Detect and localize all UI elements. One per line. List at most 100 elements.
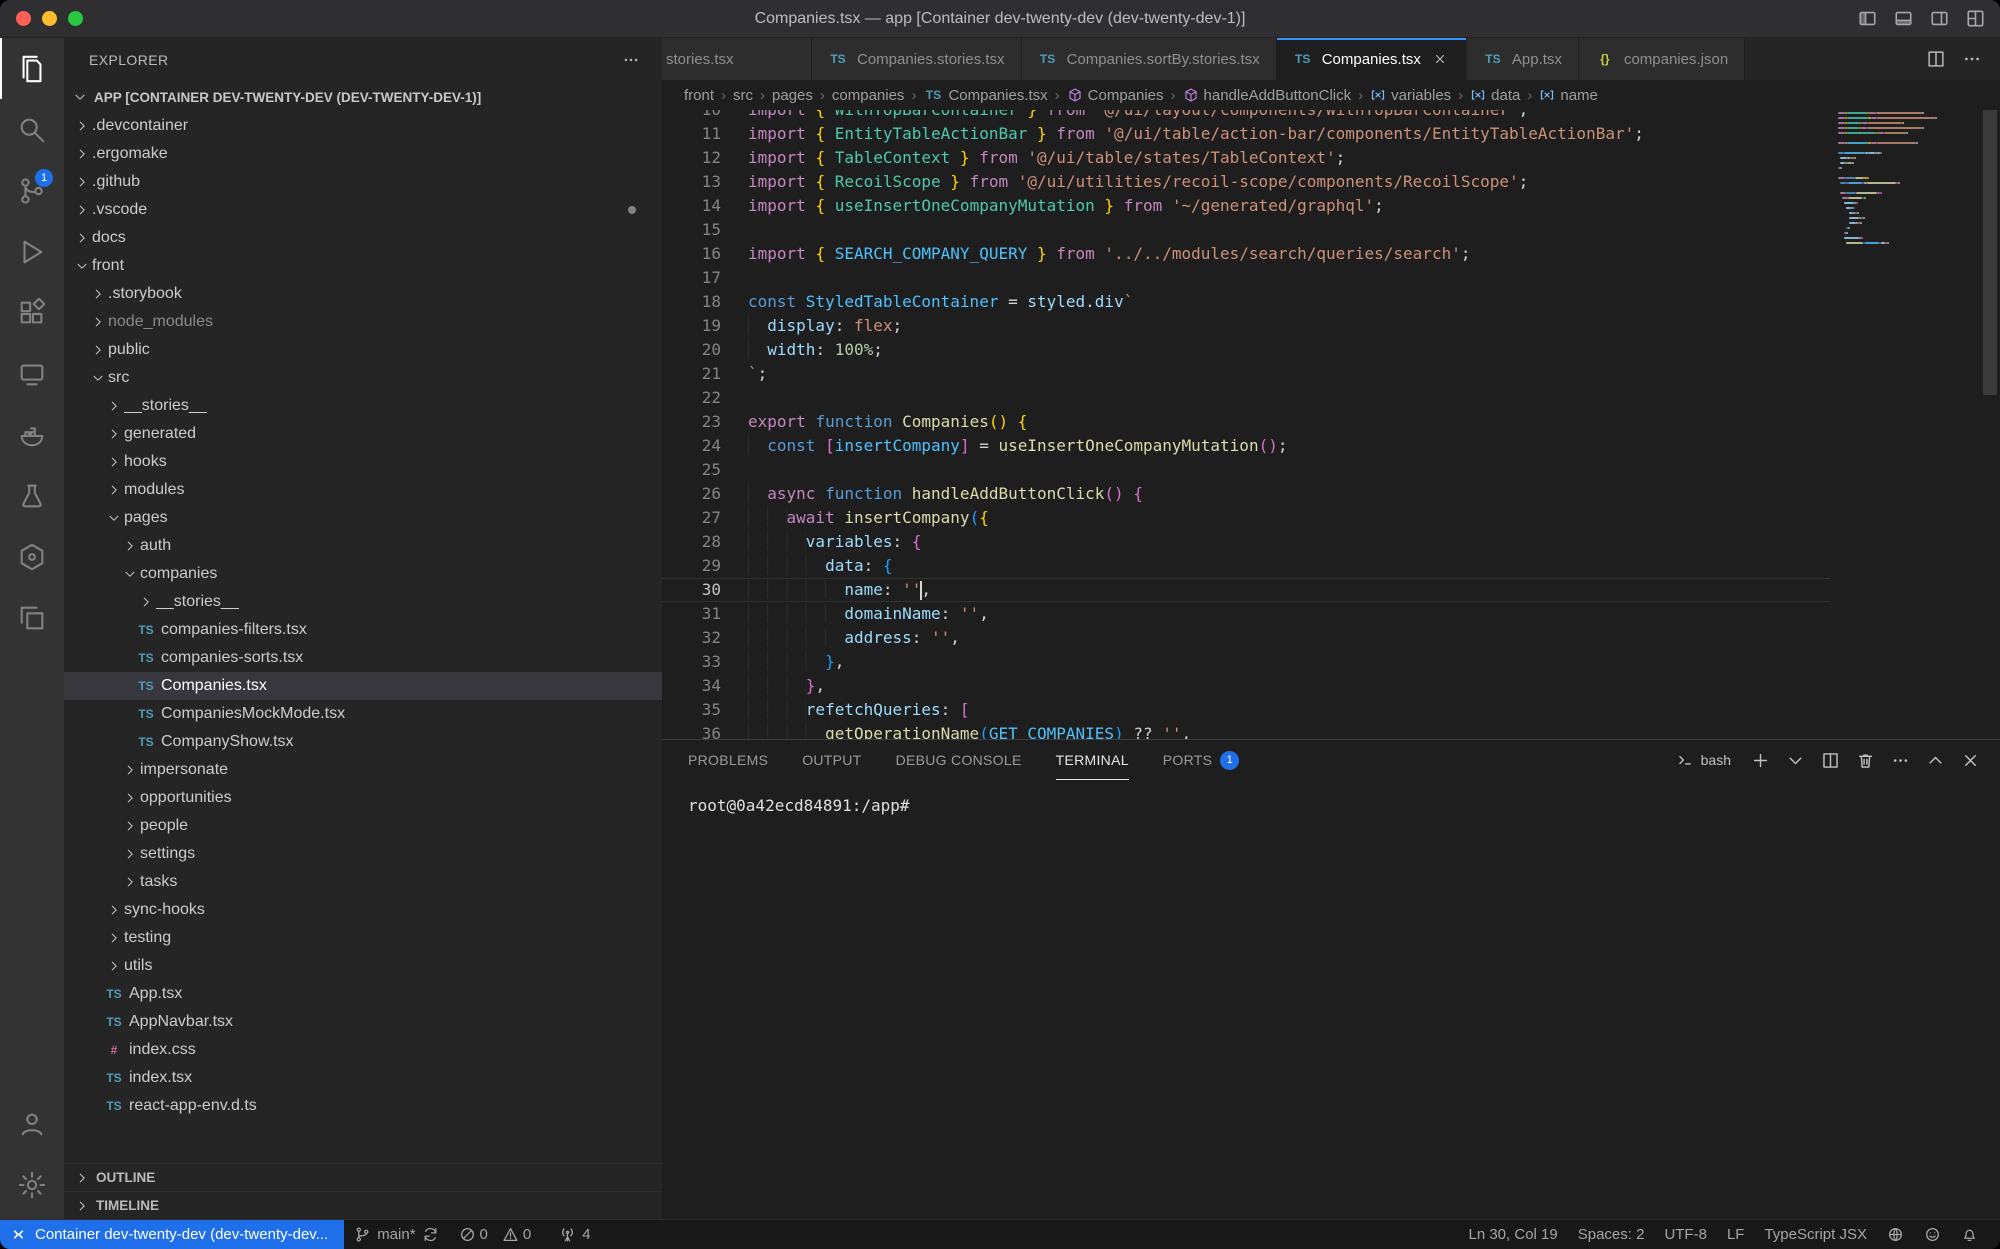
feedback-status-item[interactable] bbox=[1914, 1220, 1951, 1249]
tree-file-CompanyShow.tsx[interactable]: TSCompanyShow.tsx bbox=[64, 728, 662, 756]
tab-App.tsx[interactable]: TSApp.tsx bbox=[1467, 38, 1579, 80]
tree-folder-__stories__[interactable]: __stories__ bbox=[64, 588, 662, 616]
close-tab-button[interactable] bbox=[1430, 49, 1450, 69]
remote-explorer-button[interactable] bbox=[0, 343, 64, 404]
code-editor[interactable]: 10import { WithTopBarContainer } from '@… bbox=[662, 110, 1830, 739]
tree-folder-.ergomake[interactable]: .ergomake bbox=[64, 140, 662, 168]
breadcrumb-item-handleAddButtonClick[interactable]: handleAddButtonClick bbox=[1183, 87, 1352, 104]
graphql-button[interactable] bbox=[0, 526, 64, 587]
panel-tab-output[interactable]: OUTPUT bbox=[802, 740, 861, 780]
breadcrumb-item-front[interactable]: front bbox=[684, 87, 714, 104]
terminal-output[interactable]: root@0a42ecd84891:/app# bbox=[662, 780, 2000, 1219]
accounts-button[interactable] bbox=[0, 1093, 64, 1154]
tree-file-CompaniesMockMode.tsx[interactable]: TSCompaniesMockMode.tsx bbox=[64, 700, 662, 728]
remote-indicator[interactable]: Container dev-twenty-dev (dev-twenty-dev… bbox=[0, 1220, 344, 1249]
references-button[interactable] bbox=[0, 587, 64, 648]
tree-file-index.css[interactable]: #index.css bbox=[64, 1036, 662, 1064]
breadcrumb-item-src[interactable]: src bbox=[733, 87, 753, 104]
run-debug-button[interactable] bbox=[0, 221, 64, 282]
tree-folder-generated[interactable]: generated bbox=[64, 420, 662, 448]
search-button[interactable] bbox=[0, 99, 64, 160]
source-control-button[interactable]: 1 bbox=[0, 160, 64, 221]
toggle-panel-button[interactable] bbox=[1893, 8, 1914, 29]
tree-folder-modules[interactable]: modules bbox=[64, 476, 662, 504]
toggle-primary-sidebar-button[interactable] bbox=[1857, 8, 1878, 29]
zoom-window-button[interactable] bbox=[68, 11, 83, 26]
close-window-button[interactable] bbox=[16, 11, 31, 26]
breadcrumb-item-companies[interactable]: companies bbox=[832, 87, 905, 104]
breadcrumb-item-data[interactable]: data bbox=[1470, 87, 1520, 104]
tree-folder-utils[interactable]: utils bbox=[64, 952, 662, 980]
tree-file-App.tsx[interactable]: TSApp.tsx bbox=[64, 980, 662, 1008]
tab-Companies.tsx[interactable]: TSCompanies.tsx bbox=[1277, 38, 1467, 80]
forwarded-ports-status-item[interactable]: 4 bbox=[549, 1220, 600, 1249]
terminal-shell-selector[interactable]: bash bbox=[1676, 751, 1731, 769]
minimize-window-button[interactable] bbox=[42, 11, 57, 26]
editor-scrollbar[interactable] bbox=[1980, 110, 2000, 739]
split-terminal-button[interactable] bbox=[1821, 751, 1840, 770]
tree-file-AppNavbar.tsx[interactable]: TSAppNavbar.tsx bbox=[64, 1008, 662, 1036]
indentation-status-item[interactable]: Spaces: 2 bbox=[1568, 1220, 1655, 1249]
workspace-section-header[interactable]: APP [CONTAINER DEV-TWENTY-DEV (DEV-TWENT… bbox=[64, 82, 662, 112]
language-mode-status-item[interactable]: TypeScript JSX bbox=[1754, 1220, 1877, 1249]
tree-folder-pages[interactable]: pages bbox=[64, 504, 662, 532]
toggle-secondary-sidebar-button[interactable] bbox=[1929, 8, 1950, 29]
tree-folder-sync-hooks[interactable]: sync-hooks bbox=[64, 896, 662, 924]
breadcrumb-item-name[interactable]: name bbox=[1539, 87, 1598, 104]
tree-folder-hooks[interactable]: hooks bbox=[64, 448, 662, 476]
terminal-more-actions-button[interactable] bbox=[1891, 751, 1910, 770]
tree-folder-docs[interactable]: docs bbox=[64, 224, 662, 252]
close-panel-button[interactable] bbox=[1961, 751, 1980, 770]
explorer-button[interactable] bbox=[0, 38, 64, 99]
tab-companies.json[interactable]: {}companies.json bbox=[1579, 38, 1745, 80]
cursor-position-status-item[interactable]: Ln 30, Col 19 bbox=[1458, 1220, 1567, 1249]
ports-globe-status-item[interactable] bbox=[1877, 1220, 1914, 1249]
tree-folder-src[interactable]: src bbox=[64, 364, 662, 392]
breadcrumb-item-pages[interactable]: pages bbox=[772, 87, 813, 104]
views-more-actions-icon[interactable] bbox=[622, 51, 640, 69]
minimap[interactable] bbox=[1830, 110, 1980, 739]
scrollbar-thumb[interactable] bbox=[1983, 110, 1997, 395]
tree-folder-public[interactable]: public bbox=[64, 336, 662, 364]
settings-button[interactable] bbox=[0, 1154, 64, 1215]
extensions-button[interactable] bbox=[0, 282, 64, 343]
tree-folder-auth[interactable]: auth bbox=[64, 532, 662, 560]
split-editor-button[interactable] bbox=[1926, 49, 1946, 69]
tab-Companies.stories.tsx[interactable]: TSCompanies.stories.tsx bbox=[812, 38, 1022, 80]
tree-file-companies-sorts.tsx[interactable]: TScompanies-sorts.tsx bbox=[64, 644, 662, 672]
problems-status-item[interactable]: 00 bbox=[449, 1220, 550, 1249]
git-branch-status-item[interactable]: main* bbox=[344, 1220, 448, 1249]
tab-stories.tsx[interactable]: stories.tsx bbox=[662, 38, 812, 80]
tab-Companies.sortBy.stories.tsx[interactable]: TSCompanies.sortBy.stories.tsx bbox=[1022, 38, 1277, 80]
sidebar-section-timeline[interactable]: TIMELINE bbox=[64, 1191, 662, 1219]
tree-folder-node_modules[interactable]: node_modules bbox=[64, 308, 662, 336]
tree-folder-.github[interactable]: .github bbox=[64, 168, 662, 196]
panel-tab-ports[interactable]: PORTS1 bbox=[1163, 740, 1239, 780]
panel-tab-problems[interactable]: PROBLEMS bbox=[688, 740, 768, 780]
tree-folder-testing[interactable]: testing bbox=[64, 924, 662, 952]
tree-folder-settings[interactable]: settings bbox=[64, 840, 662, 868]
breadcrumb-item-Companies.tsx[interactable]: TSCompanies.tsx bbox=[923, 87, 1047, 104]
docker-button[interactable] bbox=[0, 404, 64, 465]
encoding-status-item[interactable]: UTF-8 bbox=[1654, 1220, 1717, 1249]
tree-folder-front[interactable]: front bbox=[64, 252, 662, 280]
tree-folder-tasks[interactable]: tasks bbox=[64, 868, 662, 896]
editor-more-actions-button[interactable] bbox=[1962, 49, 1982, 69]
tree-file-index.tsx[interactable]: TSindex.tsx bbox=[64, 1064, 662, 1092]
new-terminal-button[interactable] bbox=[1751, 751, 1770, 770]
panel-tab-debug-console[interactable]: DEBUG CONSOLE bbox=[896, 740, 1022, 780]
panel-tab-terminal[interactable]: TERMINAL bbox=[1056, 740, 1129, 780]
tree-file-companies-filters.tsx[interactable]: TScompanies-filters.tsx bbox=[64, 616, 662, 644]
testing-button[interactable] bbox=[0, 465, 64, 526]
notifications-status-item[interactable] bbox=[1951, 1220, 1988, 1249]
tree-folder-people[interactable]: people bbox=[64, 812, 662, 840]
breadcrumb-item-variables[interactable]: variables bbox=[1370, 87, 1451, 104]
tree-folder-companies[interactable]: companies bbox=[64, 560, 662, 588]
kill-terminal-button[interactable] bbox=[1856, 751, 1875, 770]
tree-folder-.storybook[interactable]: .storybook bbox=[64, 280, 662, 308]
tree-folder-impersonate[interactable]: impersonate bbox=[64, 756, 662, 784]
sidebar-section-outline[interactable]: OUTLINE bbox=[64, 1163, 662, 1191]
maximize-panel-button[interactable] bbox=[1926, 751, 1945, 770]
eol-sequence-status-item[interactable]: LF bbox=[1717, 1220, 1755, 1249]
terminal-profiles-button[interactable] bbox=[1786, 751, 1805, 770]
